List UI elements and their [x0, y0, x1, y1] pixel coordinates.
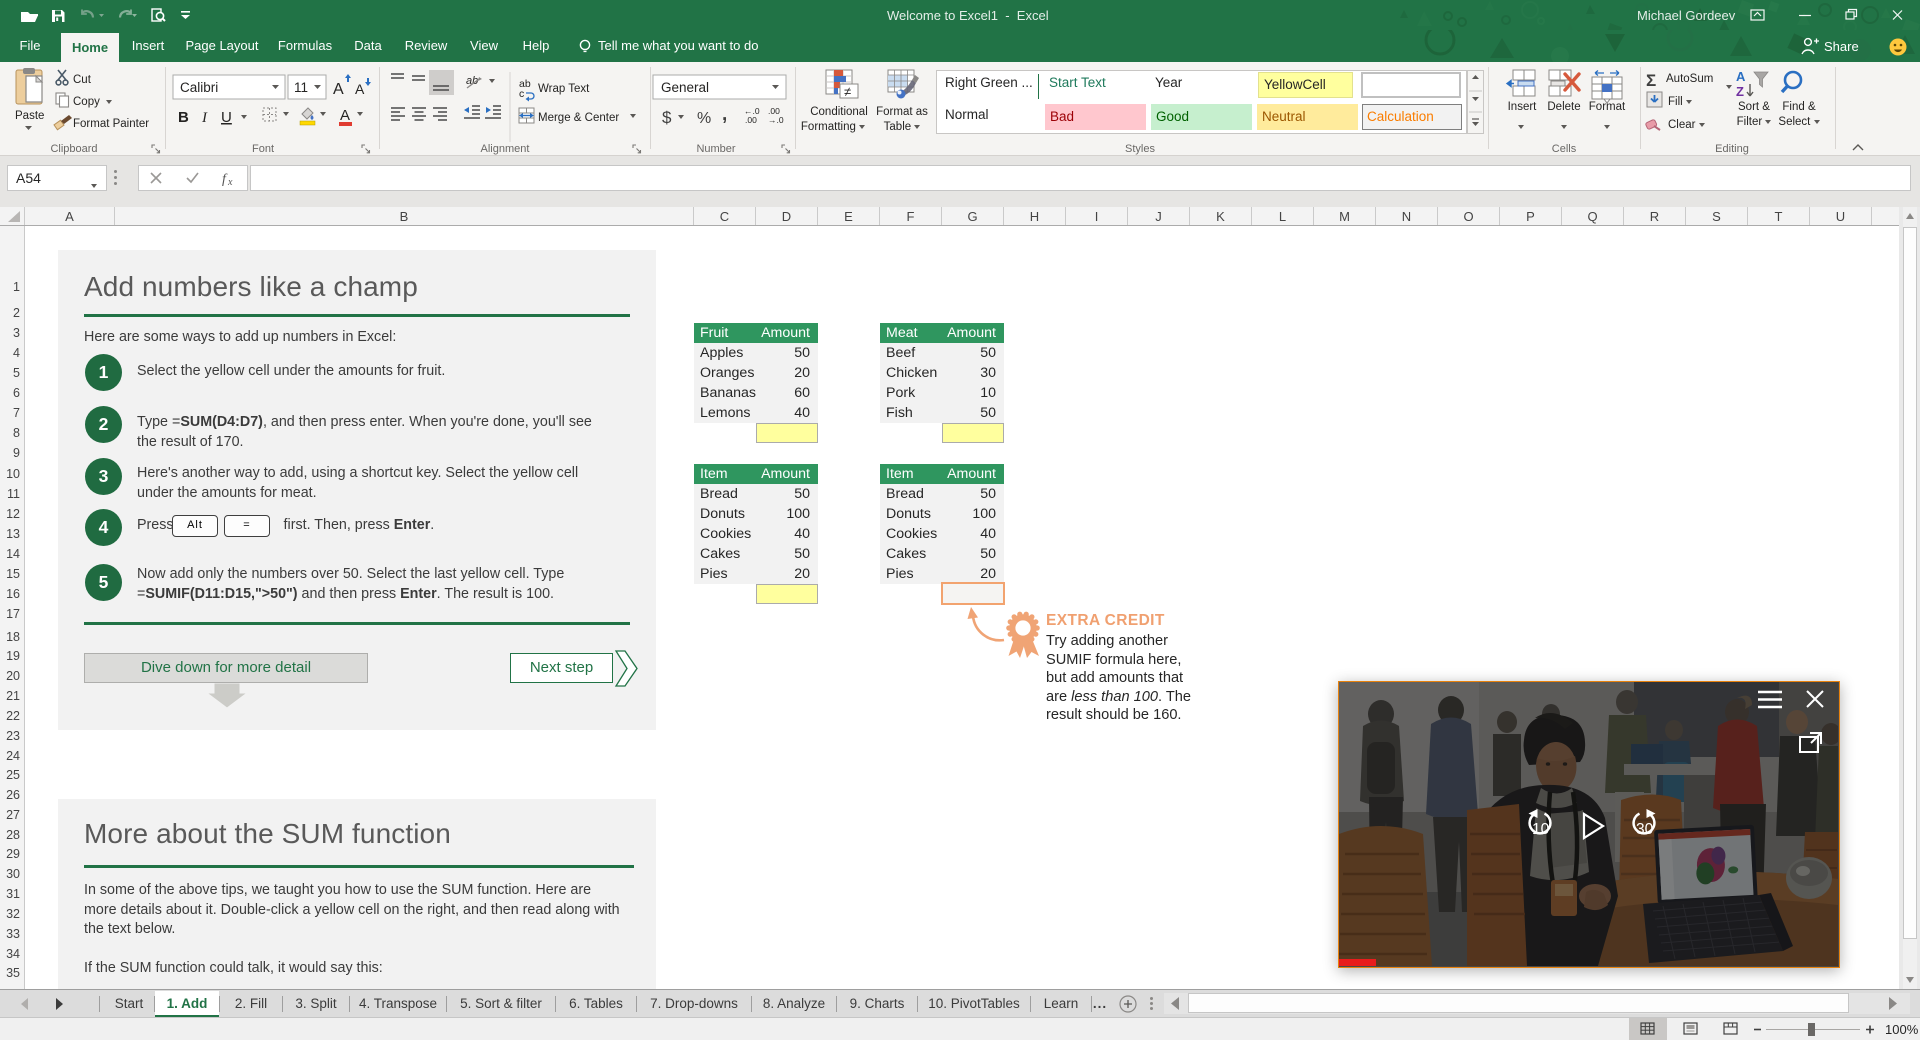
svg-text:100%: 100%	[1885, 1022, 1919, 1037]
svg-text:10: 10	[1532, 821, 1550, 838]
svg-text:Z: Z	[1736, 84, 1744, 99]
svg-text:A: A	[1736, 69, 1746, 84]
svg-text:30: 30	[1636, 821, 1654, 838]
svg-text:x: x	[227, 177, 233, 188]
svg-text:Σ: Σ	[1646, 71, 1656, 90]
svg-text:Share: Share	[1824, 39, 1859, 54]
